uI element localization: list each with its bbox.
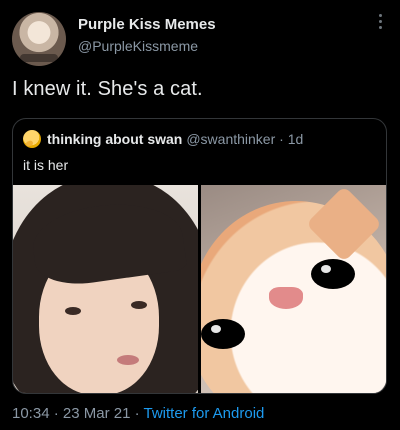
more-vertical-icon[interactable] xyxy=(378,14,382,32)
avatar[interactable] xyxy=(12,12,66,66)
tweet-footer: 10:34 · 23 Mar 21 · Twitter for Android xyxy=(12,405,264,422)
tweet-date: · 23 Mar 21 · xyxy=(49,405,144,422)
user-handle[interactable]: @PurpleKissmeme xyxy=(78,38,198,54)
tweet-time[interactable]: 10:34 xyxy=(12,405,50,422)
photo-girl[interactable] xyxy=(13,185,198,393)
right-eye xyxy=(131,301,147,309)
thinking-face-icon xyxy=(23,130,41,148)
quoted-handle-time: @swanthinker · 1d xyxy=(186,131,304,147)
quoted-display-name[interactable]: thinking about swan xyxy=(47,131,182,147)
cat-left-eye xyxy=(201,319,245,349)
quoted-tweet-text: it is her xyxy=(23,157,69,173)
photo-cat[interactable] xyxy=(201,185,386,393)
cat-right-eye xyxy=(311,259,355,289)
display-name[interactable]: Purple Kiss Memes xyxy=(78,16,216,33)
cat-nose xyxy=(269,287,303,309)
quoted-tweet-header: thinking about swan @swanthinker · 1d xyxy=(23,129,303,149)
tweet-source-link[interactable]: Twitter for Android xyxy=(143,405,264,422)
quoted-media[interactable] xyxy=(13,185,386,393)
cat-head xyxy=(201,185,386,393)
tweet-text: I knew it. She's a cat. xyxy=(12,78,203,100)
quoted-tweet[interactable]: thinking about swan @swanthinker · 1d it… xyxy=(12,118,387,394)
left-eye xyxy=(65,307,81,315)
mouth xyxy=(117,355,139,365)
